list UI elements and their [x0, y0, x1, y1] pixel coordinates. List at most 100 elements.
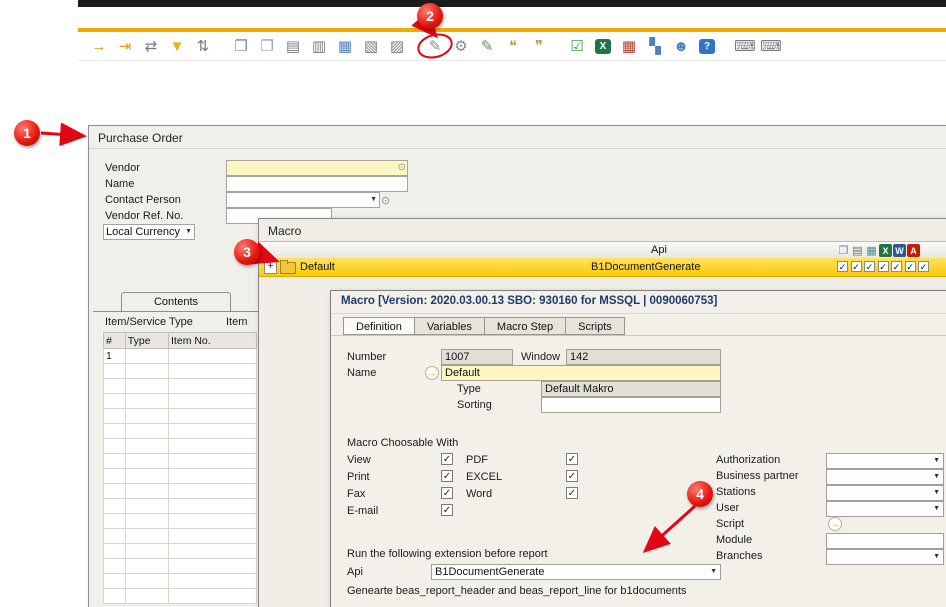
macro-row-checkboxes: ✓✓✓✓✓✓✓ — [837, 261, 929, 272]
business-partner-dropdown[interactable]: ▼ — [826, 469, 944, 485]
preview-icon[interactable]: ▦ — [865, 244, 878, 257]
copy-export-icon[interactable]: ❐ — [837, 244, 850, 257]
settings-icon[interactable]: ⚙ — [450, 36, 472, 56]
row-checkbox[interactable]: ✓ — [918, 261, 929, 272]
tasklist-icon[interactable]: ☑ — [566, 36, 588, 56]
api-dropdown[interactable]: B1DocumentGenerate ▼ — [431, 564, 721, 580]
chevron-down-icon[interactable]: ▼ — [710, 565, 717, 579]
script-link-icon[interactable]: → — [828, 517, 842, 531]
table-row[interactable] — [104, 439, 257, 454]
window-field: 142 — [566, 349, 721, 365]
name-input[interactable] — [226, 176, 408, 192]
row-checkbox[interactable]: ✓ — [837, 261, 848, 272]
tab-contents[interactable]: Contents — [121, 292, 231, 312]
keypad-icon[interactable]: ⌨ — [734, 36, 756, 56]
checkbox-fax[interactable]: ✓ — [441, 487, 453, 499]
tab-macro-step[interactable]: Macro Step — [485, 317, 566, 335]
table-row[interactable] — [104, 529, 257, 544]
print-icon[interactable]: ▤ — [851, 244, 864, 257]
expand-icon[interactable]: + — [264, 261, 277, 274]
help-icon[interactable]: ? — [699, 39, 715, 54]
module-input[interactable] — [826, 533, 944, 549]
excel-icon[interactable]: X — [879, 244, 892, 257]
table-chart-icon[interactable]: ▦ — [334, 36, 356, 56]
table-row[interactable] — [104, 379, 257, 394]
calculator-icon[interactable]: ▦ — [618, 36, 640, 56]
excel-export-icon[interactable]: X — [595, 39, 611, 54]
chevron-down-icon[interactable]: ▼ — [933, 454, 940, 468]
sorting-field[interactable] — [541, 397, 721, 413]
stations-dropdown[interactable]: ▼ — [826, 485, 944, 501]
table-row[interactable] — [104, 514, 257, 529]
row-checkbox[interactable]: ✓ — [851, 261, 862, 272]
copy-icon[interactable]: ❐ — [230, 36, 252, 56]
table-row[interactable] — [104, 484, 257, 499]
refresh-icon[interactable]: ⇄ — [140, 36, 162, 56]
sort-icon[interactable]: ⇅ — [192, 36, 214, 56]
orgchart-icon[interactable]: ▚ — [644, 36, 666, 56]
user-icon[interactable]: ☻ — [670, 36, 692, 56]
filter-icon[interactable]: ▼ — [166, 36, 188, 56]
comments-icon[interactable]: ❞ — [528, 36, 550, 56]
paste-icon[interactable]: ❐ — [256, 36, 278, 56]
table-search-icon[interactable]: ▨ — [386, 36, 408, 56]
item-service-type-value[interactable]: Item — [226, 316, 247, 328]
macro-name-field[interactable]: Default — [441, 365, 721, 381]
link-icon[interactable]: → — [425, 366, 439, 380]
table-row[interactable] — [104, 364, 257, 379]
table-row[interactable] — [104, 394, 257, 409]
branches-dropdown[interactable]: ▼ — [826, 549, 944, 565]
table-edit-icon[interactable]: ▧ — [360, 36, 382, 56]
checkbox-print[interactable]: ✓ — [441, 470, 453, 482]
table-cell — [169, 514, 257, 529]
table-row[interactable]: 1 — [104, 349, 257, 364]
document-home-icon[interactable]: ▥ — [308, 36, 330, 56]
table-row[interactable] — [104, 454, 257, 469]
checkbox-word[interactable]: ✓ — [566, 487, 578, 499]
checkbox-view[interactable]: ✓ — [441, 453, 453, 465]
tab-definition[interactable]: Definition — [343, 317, 415, 335]
table-row[interactable] — [104, 544, 257, 559]
row-checkbox[interactable]: ✓ — [878, 261, 889, 272]
comment-icon[interactable]: ❝ — [502, 36, 524, 56]
row-checkbox[interactable]: ✓ — [891, 261, 902, 272]
tab-variables[interactable]: Variables — [415, 317, 485, 335]
document-table-icon[interactable]: ▤ — [282, 36, 304, 56]
table-row[interactable] — [104, 409, 257, 424]
callout-arrow-1 — [41, 133, 84, 136]
picker-icon[interactable]: ⊙ — [398, 161, 406, 175]
user-dropdown[interactable]: ▼ — [826, 501, 944, 517]
vendor-input[interactable]: ⊙ — [226, 160, 408, 176]
chevron-down-icon[interactable]: ▼ — [185, 225, 192, 239]
currency-dropdown[interactable]: Local Currency ▼ — [103, 224, 195, 240]
checkbox-e-mail[interactable]: ✓ — [441, 504, 453, 516]
table-row[interactable] — [104, 424, 257, 439]
next-record-icon[interactable]: → — [88, 36, 110, 56]
contact-person-dropdown[interactable]: ▼ — [226, 192, 380, 208]
chevron-down-icon[interactable]: ▼ — [370, 193, 377, 207]
chevron-down-icon[interactable]: ▼ — [933, 550, 940, 564]
checkbox-pdf[interactable]: ✓ — [566, 453, 578, 465]
table-row[interactable] — [104, 574, 257, 589]
chevron-down-icon[interactable]: ▼ — [933, 470, 940, 484]
edit-macro-icon[interactable]: ✎ — [424, 36, 446, 56]
table-row[interactable] — [104, 469, 257, 484]
row-checkbox[interactable]: ✓ — [864, 261, 875, 272]
chevron-down-icon[interactable]: ▼ — [933, 486, 940, 500]
tab-scripts[interactable]: Scripts — [566, 317, 625, 335]
table-cell — [125, 559, 168, 574]
macro-row-default[interactable]: + Default B1DocumentGenerate ✓✓✓✓✓✓✓ — [259, 258, 946, 277]
word-icon[interactable]: W — [893, 244, 906, 257]
picker-icon[interactable]: ⊙ — [381, 194, 390, 207]
keypad-small-icon[interactable]: ⌨ — [760, 36, 782, 56]
checkbox-excel[interactable]: ✓ — [566, 470, 578, 482]
chevron-down-icon[interactable]: ▼ — [933, 502, 940, 516]
last-record-icon[interactable]: ⇥ — [114, 36, 136, 56]
table-row[interactable] — [104, 559, 257, 574]
table-row[interactable] — [104, 499, 257, 514]
row-checkbox[interactable]: ✓ — [905, 261, 916, 272]
form-settings-icon[interactable]: ✎ — [476, 36, 498, 56]
authorization-dropdown[interactable]: ▼ — [826, 453, 944, 469]
pdf-icon[interactable]: A — [907, 244, 920, 257]
table-row[interactable] — [104, 589, 257, 604]
